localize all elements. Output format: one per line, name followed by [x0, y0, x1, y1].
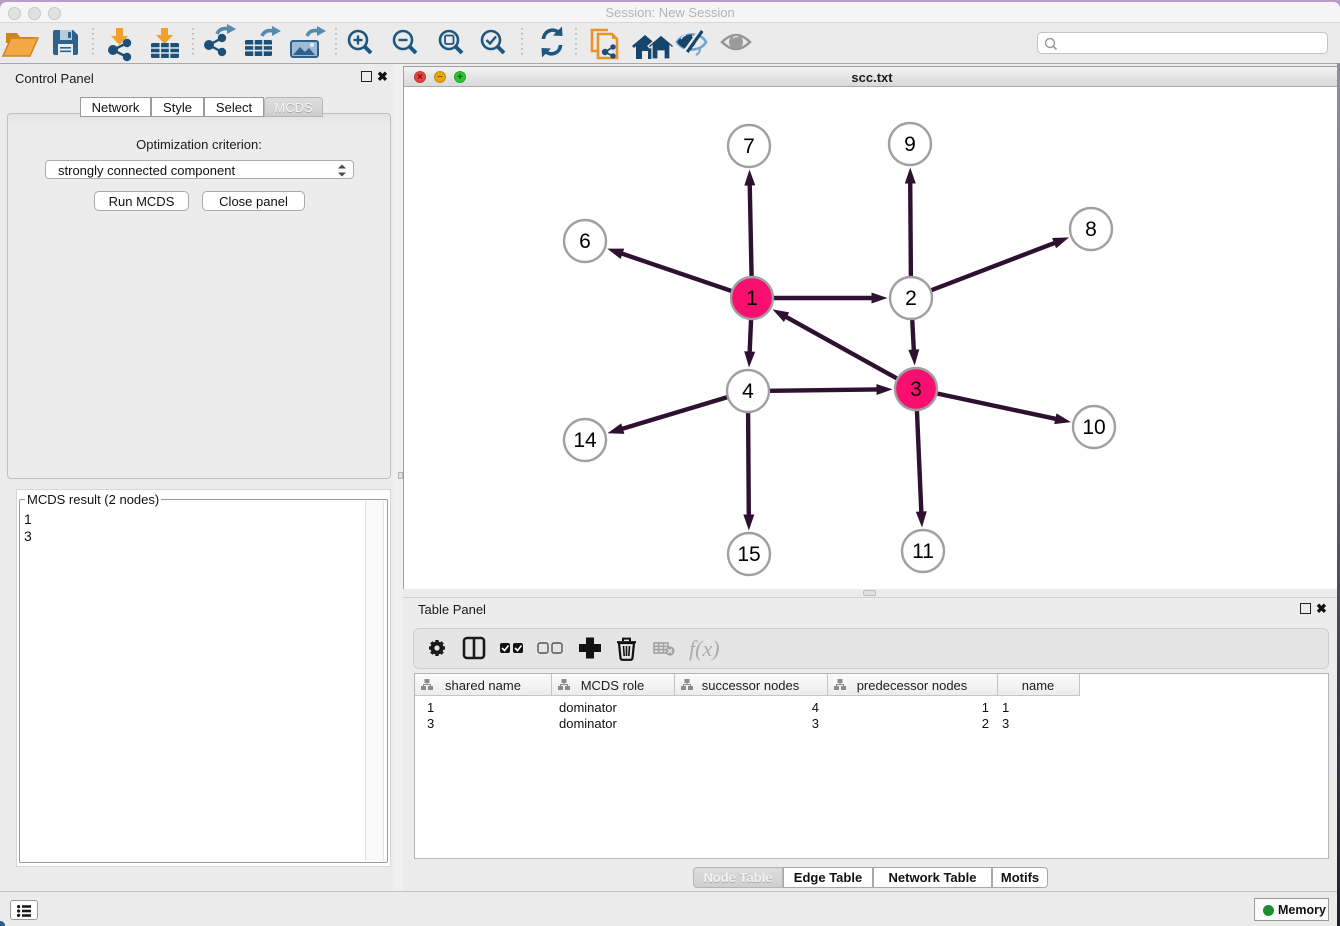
svg-text:6: 6: [579, 230, 591, 253]
svg-text:7: 7: [743, 135, 755, 158]
svg-text:2: 2: [905, 287, 917, 310]
svg-text:15: 15: [737, 543, 760, 566]
svg-text:4: 4: [742, 380, 754, 403]
svg-text:1: 1: [746, 287, 758, 310]
svg-text:9: 9: [904, 133, 916, 156]
svg-text:8: 8: [1085, 218, 1097, 241]
svg-text:14: 14: [573, 429, 597, 452]
svg-text:f(x): f(x): [689, 636, 720, 661]
svg-text:11: 11: [912, 540, 934, 563]
svg-text:3: 3: [910, 378, 922, 401]
svg-text:10: 10: [1082, 416, 1105, 439]
